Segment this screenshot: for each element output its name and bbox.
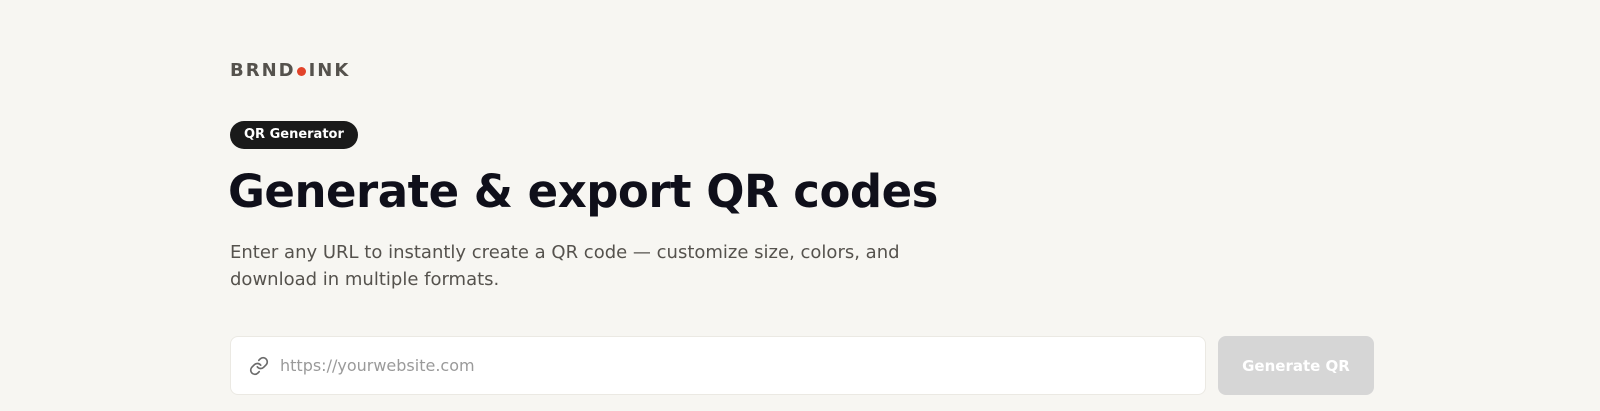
page-subtitle: Enter any URL to instantly create a QR c…	[230, 242, 900, 290]
link-icon	[248, 355, 270, 377]
category-badge: QR Generator	[230, 121, 358, 149]
page-title: Generate & export QR codes	[228, 165, 938, 218]
url-input[interactable]	[280, 337, 1205, 394]
brand-logo-dot	[296, 67, 306, 76]
page: BRND INK QR Generator Generate & export …	[0, 0, 1600, 411]
generate-qr-button[interactable]: Generate QR	[1218, 336, 1374, 395]
url-field[interactable]	[230, 336, 1206, 395]
brand-logo-left: BRND	[230, 60, 296, 81]
brand-logo: BRND INK	[230, 60, 350, 81]
brand-logo-right: INK	[308, 60, 351, 81]
